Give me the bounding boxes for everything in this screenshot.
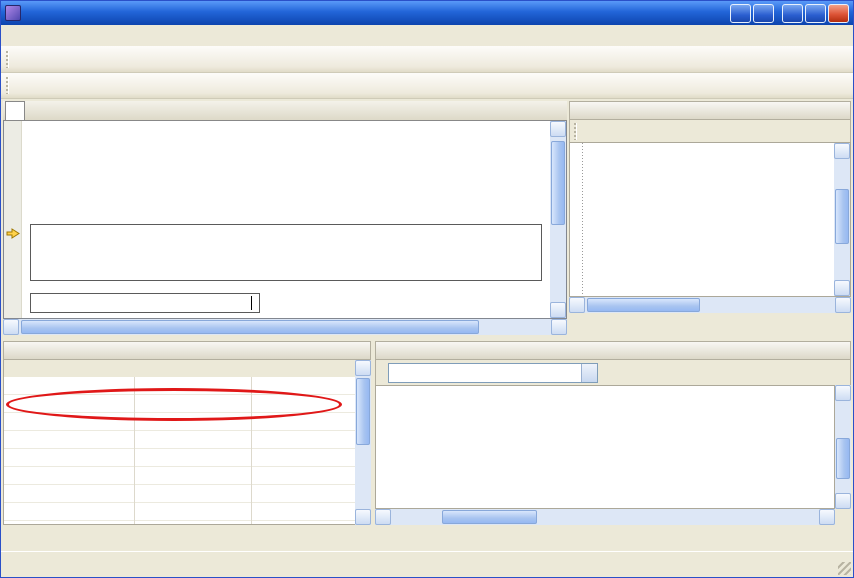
pin-button[interactable]	[335, 344, 350, 358]
standard-toolbar	[1, 46, 853, 73]
watch-grid-header	[3, 360, 355, 377]
app-icon	[5, 5, 21, 21]
scroll-left-button[interactable]	[3, 319, 19, 335]
scroll-track[interactable]	[391, 509, 819, 525]
watch-header[interactable]	[3, 341, 371, 360]
scroll-down-button[interactable]	[355, 509, 371, 525]
dropdown-arrow-icon[interactable]	[581, 364, 597, 382]
resize-grip[interactable]	[838, 562, 851, 575]
editor-pane	[3, 101, 567, 335]
scroll-thumb[interactable]	[442, 510, 536, 524]
server-explorer-header[interactable]	[569, 101, 851, 120]
bottom-right-tabs	[375, 527, 851, 549]
toolbar-grip-3[interactable]	[574, 123, 577, 140]
code-area[interactable]	[22, 121, 550, 318]
tree-guide-line	[582, 143, 583, 296]
scroll-up-button[interactable]	[550, 121, 566, 137]
editor-tab-strip-buttons	[537, 100, 567, 120]
scroll-track[interactable]	[835, 401, 851, 493]
titlebar-extra-button-2[interactable]	[753, 4, 774, 23]
scroll-track[interactable]	[585, 297, 835, 313]
scroll-thumb[interactable]	[551, 141, 565, 225]
debug-toolbar	[1, 73, 853, 99]
editor-body[interactable]	[3, 121, 567, 319]
scroll-thumb[interactable]	[835, 189, 849, 244]
server-explorer-vertical-scrollbar[interactable]	[834, 143, 850, 296]
output-header[interactable]	[375, 341, 851, 360]
scroll-track[interactable]	[834, 159, 850, 280]
output-source-value	[389, 364, 581, 382]
close-button[interactable]	[831, 344, 846, 358]
toolbar-grip[interactable]	[6, 51, 9, 68]
vs-window	[0, 0, 854, 578]
watch-pane	[3, 341, 371, 525]
scroll-up-button[interactable]	[834, 143, 850, 159]
restore-button[interactable]	[805, 4, 826, 23]
scroll-right-button[interactable]	[819, 509, 835, 525]
scroll-down-button[interactable]	[550, 302, 566, 318]
menu-bar[interactable]	[1, 25, 853, 46]
scroll-track[interactable]	[550, 137, 566, 302]
server-explorer-horizontal-scrollbar[interactable]	[569, 297, 851, 313]
close-button[interactable]	[831, 104, 846, 118]
server-explorer-tree-container[interactable]	[569, 142, 851, 297]
title-bar[interactable]	[1, 1, 853, 25]
status-bar	[1, 551, 853, 577]
server-explorer-pane	[569, 101, 851, 335]
window-menu-button[interactable]	[319, 344, 334, 358]
window-menu-button[interactable]	[799, 344, 814, 358]
editor-horizontal-scrollbar[interactable]	[3, 319, 567, 335]
scroll-right-button[interactable]	[551, 319, 567, 335]
pin-button[interactable]	[815, 344, 830, 358]
scroll-track[interactable]	[355, 376, 371, 509]
editor-vertical-scrollbar[interactable]	[550, 121, 566, 318]
server-explorer-tree	[570, 143, 834, 296]
scroll-thumb[interactable]	[356, 378, 370, 445]
close-button[interactable]	[828, 4, 849, 23]
output-toolbar	[375, 360, 851, 385]
close-button[interactable]	[351, 344, 366, 358]
editor-indicator-margin[interactable]	[4, 121, 22, 318]
output-vertical-scrollbar[interactable]	[835, 385, 851, 509]
toolbar-grip-2[interactable]	[6, 77, 9, 94]
scroll-left-button[interactable]	[569, 297, 585, 313]
scroll-thumb[interactable]	[836, 438, 850, 479]
scroll-right-button[interactable]	[835, 297, 851, 313]
pin-button[interactable]	[815, 104, 830, 118]
scroll-thumb[interactable]	[587, 298, 700, 312]
server-explorer-toolbar	[569, 120, 851, 142]
scroll-down-button[interactable]	[835, 493, 851, 509]
output-source-combo[interactable]	[388, 363, 598, 383]
output-pane	[375, 341, 851, 525]
scroll-up-button[interactable]	[835, 385, 851, 401]
text-caret	[251, 296, 252, 310]
watch-vertical-scrollbar[interactable]	[355, 360, 371, 525]
output-horizontal-scrollbar[interactable]	[375, 509, 835, 525]
server-explorer-tabs	[569, 313, 851, 335]
scroll-track[interactable]	[19, 319, 551, 335]
bottom-left-tabs	[3, 527, 371, 549]
watch-grid-body[interactable]	[3, 377, 355, 525]
column-divider[interactable]	[251, 377, 252, 524]
minimize-button[interactable]	[782, 4, 803, 23]
scroll-up-button[interactable]	[355, 360, 371, 376]
scroll-down-button[interactable]	[834, 280, 850, 296]
column-divider[interactable]	[134, 377, 135, 524]
editor-tab[interactable]	[5, 101, 25, 120]
editor-tab-strip	[3, 101, 567, 121]
output-text[interactable]	[375, 385, 835, 509]
scroll-thumb[interactable]	[21, 320, 479, 334]
titlebar-extra-button-1[interactable]	[730, 4, 751, 23]
execution-point-arrow-icon	[6, 228, 20, 239]
scroll-left-button[interactable]	[375, 509, 391, 525]
